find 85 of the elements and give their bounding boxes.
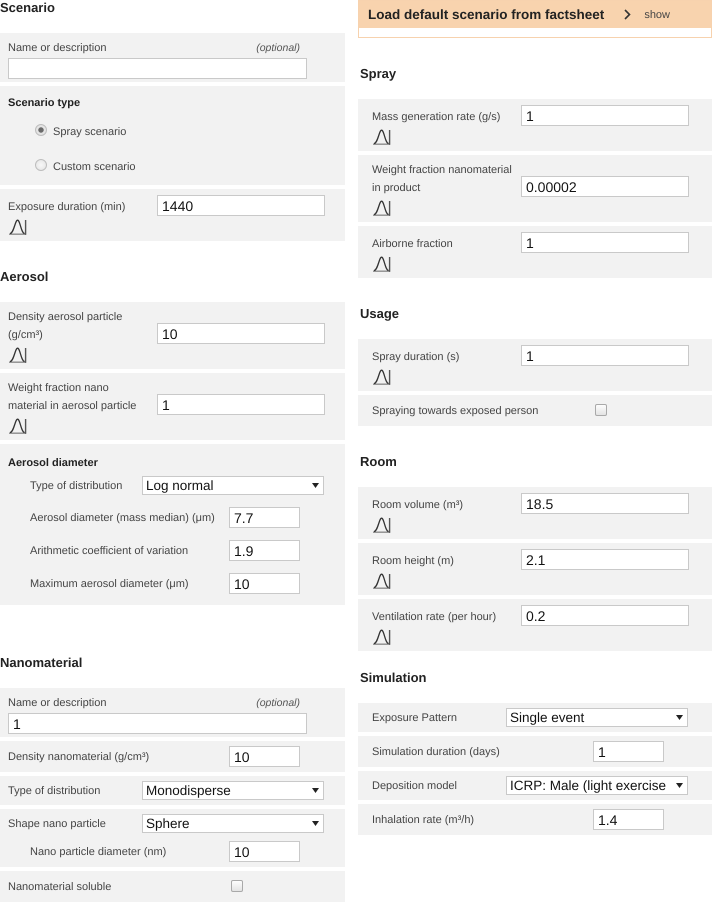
text-input[interactable] — [8, 58, 307, 79]
optional-note: (optional) — [256, 696, 301, 711]
radio-label: Spray scenario — [53, 125, 126, 140]
text-input[interactable]: 2.1 — [521, 549, 689, 570]
field-label: Nano particle diameter (nm) — [30, 844, 168, 860]
checkbox[interactable] — [595, 404, 607, 416]
dropdown-caret-icon — [676, 783, 683, 788]
field-label: Name or description — [8, 41, 106, 56]
section-heading: Usage — [359, 306, 400, 322]
field-label: Exposure duration (min) — [8, 200, 126, 215]
bell-curve-icon[interactable] — [372, 367, 391, 385]
field-label: Room volume (m³) — [372, 498, 464, 513]
field-label: Name or description — [8, 696, 106, 711]
field-label: Airborne fraction — [372, 237, 454, 252]
field-label: Simulation duration (days) — [372, 744, 501, 760]
field-label: Density nanomaterial (g/cm³) — [8, 750, 150, 764]
text-input[interactable]: 18.5 — [521, 493, 689, 514]
field-label: Spraying towards exposed person — [372, 404, 540, 419]
field-label: Weight fraction nanomaterial in product — [372, 163, 513, 196]
optional-note: (optional) — [256, 41, 301, 56]
bell-curve-icon[interactable] — [8, 217, 27, 235]
text-input[interactable]: 7.7 — [229, 507, 300, 528]
field-label: Inhalation rate (m³/h) — [372, 812, 476, 828]
bell-curve-icon[interactable] — [372, 515, 391, 533]
text-input[interactable]: 10 — [229, 841, 300, 862]
section-heading: Simulation — [359, 670, 428, 686]
field-label: Type of distribution — [8, 784, 102, 798]
section-heading: Nanomaterial — [0, 655, 84, 671]
text-input[interactable]: 1 — [8, 713, 307, 734]
text-input[interactable]: 10 — [229, 746, 300, 767]
dropdown[interactable]: ICRP: Male (light exercise — [506, 776, 688, 795]
field-label: Arithmetic coefficient of variation — [30, 544, 190, 558]
bell-curve-icon[interactable] — [8, 345, 27, 363]
dropdown[interactable]: Single event — [506, 708, 688, 727]
text-input[interactable]: 1 — [521, 345, 689, 366]
field-label: Aerosol diameter (mass median) (μm) — [30, 510, 216, 526]
banner-title: Load default scenario from factsheet — [368, 7, 604, 22]
radio-button[interactable] — [35, 124, 47, 136]
text-input[interactable]: 10 — [229, 573, 300, 594]
text-input[interactable]: 1.9 — [229, 540, 300, 561]
dropdown[interactable]: Log normal — [142, 476, 324, 495]
text-input[interactable]: 1 — [521, 105, 689, 126]
field-label: Maximum aerosol diameter (μm) — [30, 576, 190, 592]
bell-curve-icon[interactable] — [372, 198, 391, 216]
show-toggle[interactable]: show — [624, 8, 670, 20]
group-title: Aerosol diameter — [8, 456, 99, 471]
bell-curve-icon[interactable] — [8, 416, 27, 434]
section-heading: Aerosol — [0, 269, 50, 285]
field-label: Type of distribution — [30, 478, 124, 494]
text-input[interactable]: 1440 — [157, 195, 325, 216]
text-input[interactable]: 1 — [593, 741, 664, 762]
field-label: Spray duration (s) — [372, 350, 460, 365]
bell-curve-icon[interactable] — [372, 571, 391, 589]
chevron-right-icon — [624, 9, 632, 20]
field-label: Shape nano particle — [8, 816, 107, 832]
text-input[interactable]: 1.4 — [593, 809, 664, 830]
checkbox[interactable] — [231, 880, 243, 892]
text-input[interactable]: 0.00002 — [521, 176, 689, 197]
section-heading: Room — [359, 454, 398, 470]
text-input[interactable]: 1 — [521, 232, 689, 253]
text-input[interactable]: 1 — [157, 394, 325, 415]
bell-curve-icon[interactable] — [372, 127, 391, 145]
group-title: Scenario type — [8, 96, 82, 111]
field-label: Weight fraction nano material in aerosol particle — [8, 381, 138, 414]
field-label: Exposure Pattern — [372, 710, 458, 726]
bell-curve-icon[interactable] — [372, 627, 391, 645]
text-input[interactable]: 0.2 — [521, 605, 689, 626]
bell-curve-icon[interactable] — [372, 254, 391, 272]
section-heading: Scenario — [0, 0, 56, 16]
dropdown-caret-icon — [312, 821, 319, 826]
dropdown[interactable]: Monodisperse — [142, 781, 324, 800]
field-label: Nanomaterial soluble — [8, 880, 112, 895]
text-input[interactable]: 10 — [157, 323, 325, 344]
field-label: Ventilation rate (per hour) — [372, 610, 498, 625]
dropdown-caret-icon — [676, 715, 683, 720]
field-label: Mass generation rate (g/s) — [372, 110, 502, 125]
dropdown-caret-icon — [312, 788, 319, 793]
dropdown-caret-icon — [312, 483, 319, 488]
field-label: Density aerosol particle (g/cm³) — [8, 310, 124, 343]
radio-label: Custom scenario — [53, 160, 136, 175]
field-label: Deposition model — [372, 778, 458, 794]
section-heading: Spray — [359, 66, 398, 82]
dropdown[interactable]: Sphere — [142, 814, 324, 833]
field-label: Room height (m) — [372, 554, 455, 569]
radio-button[interactable] — [35, 159, 47, 171]
